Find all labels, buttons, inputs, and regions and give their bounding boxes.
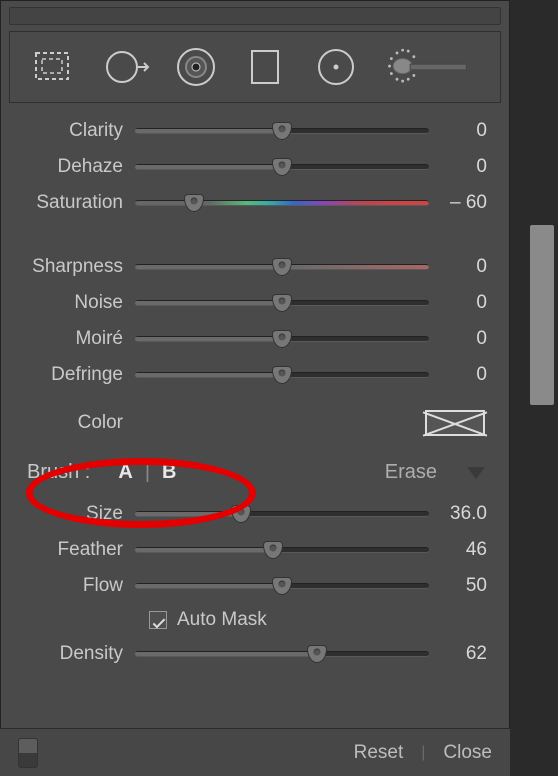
scrollbar-thumb[interactable] xyxy=(530,225,554,405)
sharpness-slider[interactable] xyxy=(135,256,429,278)
noise-slider[interactable] xyxy=(135,292,429,314)
size-value[interactable]: 36.0 xyxy=(429,503,487,525)
feather-value[interactable]: 46 xyxy=(429,539,487,561)
dehaze-label: Dehaze xyxy=(15,156,135,178)
size-row: Size 36.0 xyxy=(15,496,487,532)
clarity-value[interactable]: 0 xyxy=(429,120,487,142)
density-slider[interactable] xyxy=(135,643,429,665)
brush-header: Brush : A | B Erase xyxy=(1,445,509,492)
flow-slider[interactable] xyxy=(135,575,429,597)
noise-row: Noise 0 xyxy=(15,285,487,321)
spot-removal-tool-icon[interactable] xyxy=(102,43,150,91)
dehaze-value[interactable]: 0 xyxy=(429,156,487,178)
automask-row: Auto Mask xyxy=(15,604,487,636)
moire-label: Moiré xyxy=(15,328,135,350)
window-right-edge xyxy=(510,0,558,776)
defringe-slider[interactable] xyxy=(135,364,429,386)
local-adjust-toolbar xyxy=(9,31,501,103)
flow-value[interactable]: 50 xyxy=(429,575,487,597)
moire-row: Moiré 0 xyxy=(15,321,487,357)
noise-label: Noise xyxy=(15,292,135,314)
brush-label: Brush : xyxy=(27,461,90,484)
clarity-slider[interactable] xyxy=(135,120,429,142)
crop-tool-icon[interactable] xyxy=(24,43,80,91)
flow-label: Flow xyxy=(15,575,135,597)
dehaze-row: Dehaze 0 xyxy=(15,149,487,185)
clarity-row: Clarity 0 xyxy=(15,113,487,149)
saturation-slider[interactable] xyxy=(135,192,429,214)
defringe-row: Defringe 0 xyxy=(15,357,487,393)
feather-row: Feather 46 xyxy=(15,532,487,568)
density-value[interactable]: 62 xyxy=(429,643,487,665)
brush-sep: | xyxy=(139,461,156,484)
saturation-value[interactable]: – 60 xyxy=(429,192,487,214)
feather-label: Feather xyxy=(15,539,135,561)
size-label: Size xyxy=(15,503,135,525)
adjustment-panel: Clarity 0 Dehaze 0 Saturation – 60 xyxy=(0,0,510,776)
prev-panel-edge xyxy=(9,7,501,25)
radial-filter-tool-icon[interactable] xyxy=(312,43,360,91)
moire-value[interactable]: 0 xyxy=(429,328,487,350)
saturation-row: Saturation – 60 xyxy=(15,185,487,221)
redeye-tool-icon[interactable] xyxy=(172,43,220,91)
density-label: Density xyxy=(15,643,135,665)
footer-sep: | xyxy=(421,744,425,762)
reset-button[interactable]: Reset xyxy=(354,742,404,764)
brush-erase-tab[interactable]: Erase xyxy=(385,461,437,484)
color-swatch-none-icon[interactable] xyxy=(425,410,485,436)
sharpness-row: Sharpness 0 xyxy=(15,249,487,285)
color-label: Color xyxy=(15,412,135,434)
size-slider[interactable] xyxy=(135,503,429,525)
slider-block-brush: Size 36.0 Feather 46 Flow 50 Au xyxy=(1,492,509,672)
panel-footer: Reset | Close xyxy=(0,728,510,776)
saturation-label: Saturation xyxy=(15,192,135,214)
defringe-label: Defringe xyxy=(15,364,135,386)
feather-slider[interactable] xyxy=(135,539,429,561)
sharpness-label: Sharpness xyxy=(15,256,135,278)
defringe-value[interactable]: 0 xyxy=(429,364,487,386)
automask-checkbox[interactable] xyxy=(149,611,167,629)
dehaze-slider[interactable] xyxy=(135,156,429,178)
close-button[interactable]: Close xyxy=(443,742,492,764)
color-row: Color xyxy=(1,401,509,445)
brush-tool-icon[interactable] xyxy=(382,43,472,91)
slider-block-tone: Clarity 0 Dehaze 0 Saturation – 60 xyxy=(1,109,509,221)
moire-slider[interactable] xyxy=(135,328,429,350)
clarity-label: Clarity xyxy=(15,120,135,142)
slider-block-detail: Sharpness 0 Noise 0 Moiré 0 Defringe xyxy=(1,245,509,393)
density-row: Density 62 xyxy=(15,636,487,672)
brush-b-tab[interactable]: B xyxy=(156,461,182,484)
panel-toggle-switch[interactable] xyxy=(18,738,38,768)
collapse-triangle-icon[interactable] xyxy=(467,467,485,479)
brush-a-tab[interactable]: A xyxy=(112,461,138,484)
flow-row: Flow 50 xyxy=(15,568,487,604)
gradient-filter-tool-icon[interactable] xyxy=(242,43,290,91)
automask-label: Auto Mask xyxy=(177,609,267,631)
noise-value[interactable]: 0 xyxy=(429,292,487,314)
sharpness-value[interactable]: 0 xyxy=(429,256,487,278)
